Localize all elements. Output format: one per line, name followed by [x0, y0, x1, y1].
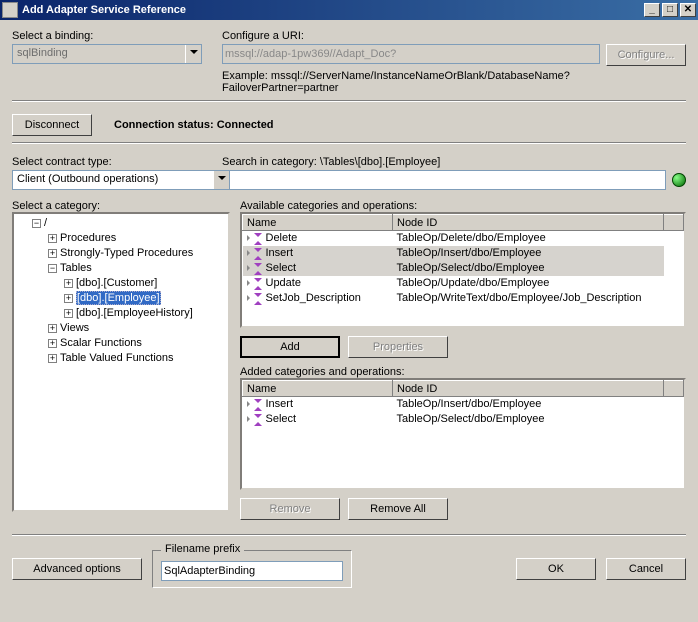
contract-dropdown[interactable]: Client (Outbound operations): [12, 170, 230, 190]
op-name: Insert: [266, 398, 294, 410]
uri-input: [222, 44, 600, 64]
disconnect-button[interactable]: Disconnect: [12, 114, 92, 136]
advanced-options-button[interactable]: Advanced options: [12, 558, 142, 580]
available-label: Available categories and operations:: [240, 200, 417, 212]
col-nodeid[interactable]: Node ID: [393, 215, 664, 231]
list-item[interactable]: Update TableOp/Update/dbo/Employee: [243, 276, 684, 291]
properties-button[interactable]: Properties: [348, 336, 448, 358]
arrow-icon: [247, 265, 253, 271]
col-spacer: [664, 215, 684, 231]
col-name[interactable]: Name: [243, 215, 393, 231]
op-nodeid: TableOp/Insert/dbo/Employee: [393, 246, 664, 261]
operation-icon: [254, 293, 264, 303]
collapse-icon[interactable]: −: [32, 219, 41, 228]
select-binding-label: Select a binding:: [12, 30, 212, 42]
list-item[interactable]: SetJob_Description TableOp/WriteText/dbo/…: [243, 291, 684, 306]
expand-icon[interactable]: +: [64, 309, 73, 318]
list-item[interactable]: Delete TableOp/Delete/dbo/Employee: [243, 231, 684, 246]
expand-icon[interactable]: +: [48, 339, 57, 348]
configure-button[interactable]: Configure...: [606, 44, 686, 66]
op-name: SetJob_Description: [266, 292, 361, 304]
op-name: Insert: [266, 247, 294, 259]
contract-value: Client (Outbound operations): [13, 171, 213, 189]
arrow-icon: [247, 235, 253, 241]
expand-icon[interactable]: +: [48, 324, 57, 333]
select-contract-label: Select contract type:: [12, 156, 212, 168]
expand-icon[interactable]: +: [48, 249, 57, 258]
connection-status-label: Connection status:: [114, 119, 214, 131]
col-nodeid[interactable]: Node ID: [393, 381, 664, 397]
op-nodeid: TableOp/WriteText/dbo/Employee/Job_Descr…: [393, 291, 664, 306]
window-title: Add Adapter Service Reference: [22, 4, 186, 16]
ok-button[interactable]: OK: [516, 558, 596, 580]
expand-icon[interactable]: +: [48, 354, 57, 363]
tree-scalar-fn[interactable]: Scalar Functions: [60, 337, 142, 349]
close-button[interactable]: ✕: [680, 3, 696, 17]
titlebar: Add Adapter Service Reference _ □ ✕: [0, 0, 698, 20]
expand-icon[interactable]: +: [64, 279, 73, 288]
tree-table-emphist[interactable]: [dbo].[EmployeeHistory]: [76, 307, 193, 319]
added-label: Added categories and operations:: [240, 366, 405, 378]
connection-status-value: Connected: [217, 119, 274, 131]
op-name: Select: [266, 413, 297, 425]
expand-icon[interactable]: +: [64, 294, 73, 303]
arrow-icon: [247, 250, 253, 256]
configure-uri-label: Configure a URI:: [222, 30, 686, 42]
tree-table-customer[interactable]: [dbo].[Customer]: [76, 277, 157, 289]
chevron-down-icon: [213, 171, 229, 189]
minimize-button[interactable]: _: [644, 3, 660, 17]
op-nodeid: TableOp/Select/dbo/Employee: [393, 412, 664, 427]
binding-dropdown[interactable]: sqlBinding: [12, 44, 202, 64]
search-label: Search in category: \Tables\[dbo].[Emplo…: [222, 156, 686, 168]
remove-all-button[interactable]: Remove All: [348, 498, 448, 520]
search-go-icon[interactable]: [672, 173, 686, 187]
binding-value: sqlBinding: [13, 45, 185, 63]
app-icon: [2, 2, 18, 18]
list-item[interactable]: Insert TableOp/Insert/dbo/Employee: [243, 397, 684, 412]
arrow-icon: [247, 416, 253, 422]
search-input[interactable]: [222, 170, 666, 190]
cancel-button[interactable]: Cancel: [606, 558, 686, 580]
available-listview[interactable]: Name Node ID Delete TableOp/Delete/dbo/Em…: [240, 212, 686, 328]
tree-procedures[interactable]: Procedures: [60, 232, 116, 244]
maximize-button[interactable]: □: [662, 3, 678, 17]
arrow-icon: [247, 401, 253, 407]
arrow-icon: [247, 295, 253, 301]
col-spacer: [664, 381, 684, 397]
tree-table-employee[interactable]: [dbo].[Employee]: [76, 291, 161, 305]
operation-icon: [254, 414, 264, 424]
op-nodeid: TableOp/Delete/dbo/Employee: [393, 231, 664, 246]
list-item[interactable]: Select TableOp/Select/dbo/Employee: [243, 412, 684, 427]
op-name: Delete: [266, 232, 298, 244]
tree-views[interactable]: Views: [60, 322, 89, 334]
collapse-icon[interactable]: −: [48, 264, 57, 273]
op-nodeid: TableOp/Update/dbo/Employee: [393, 276, 664, 291]
filename-prefix-input[interactable]: [161, 561, 343, 581]
op-nodeid: TableOp/Select/dbo/Employee: [393, 261, 664, 276]
uri-example-text: Example: mssql://ServerName/InstanceName…: [222, 70, 686, 94]
tree-stp[interactable]: Strongly-Typed Procedures: [60, 247, 193, 259]
added-listview[interactable]: Name Node ID Insert TableOp/Insert/dbo/Em…: [240, 378, 686, 490]
op-nodeid: TableOp/Insert/dbo/Employee: [393, 397, 664, 412]
category-tree[interactable]: −/ +Procedures +Strongly-Typed Procedure…: [12, 212, 230, 512]
tree-root[interactable]: /: [44, 217, 47, 229]
select-category-label: Select a category:: [12, 200, 100, 212]
col-name[interactable]: Name: [243, 381, 393, 397]
remove-button[interactable]: Remove: [240, 498, 340, 520]
tree-tvf[interactable]: Table Valued Functions: [60, 352, 174, 364]
arrow-icon: [247, 280, 253, 286]
list-item[interactable]: Insert TableOp/Insert/dbo/Employee: [243, 246, 684, 261]
op-name: Select: [266, 262, 297, 274]
filename-prefix-label: Filename prefix: [161, 543, 244, 555]
tree-tables[interactable]: Tables: [60, 262, 92, 274]
list-item[interactable]: Select TableOp/Select/dbo/Employee: [243, 261, 684, 276]
expand-icon[interactable]: +: [48, 234, 57, 243]
op-name: Update: [266, 277, 301, 289]
add-button[interactable]: Add: [240, 336, 340, 358]
chevron-down-icon: [185, 45, 201, 63]
